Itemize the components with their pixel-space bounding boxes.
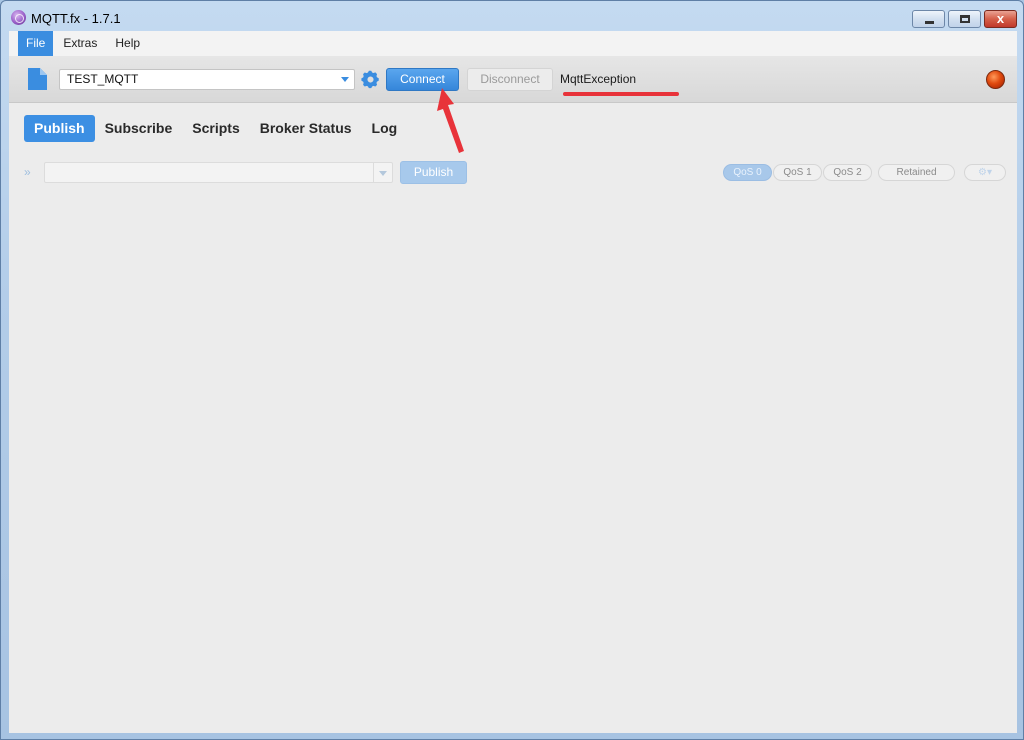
publish-button[interactable]: Publish (400, 161, 467, 184)
connection-toolbar: TEST_MQTT Connect Disconnect MqttExcepti… (9, 56, 1017, 103)
qos-2-toggle[interactable]: QoS 2 (823, 164, 872, 181)
window-controls: x (912, 10, 1017, 28)
close-button[interactable]: x (984, 10, 1017, 28)
gear-icon[interactable] (360, 69, 381, 90)
disconnect-button[interactable]: Disconnect (467, 68, 553, 91)
window-title: MQTT.fx - 1.7.1 (31, 11, 121, 26)
chevron-down-icon (379, 171, 387, 176)
maximize-icon (960, 15, 970, 23)
chevron-down-icon (341, 77, 349, 82)
tab-scripts[interactable]: Scripts (182, 115, 249, 142)
qos-0-toggle[interactable]: QoS 0 (723, 164, 772, 181)
retained-toggle[interactable]: Retained (878, 164, 955, 181)
annotation-underline (563, 92, 679, 96)
menu-file[interactable]: File (18, 31, 54, 56)
menu-extras[interactable]: Extras (55, 31, 105, 56)
double-chevron-right-icon[interactable]: » (24, 165, 31, 179)
topic-dropdown-button[interactable] (373, 163, 392, 182)
publish-row: » Publish QoS 0 QoS 1 QoS 2 Retained ⚙▾ (9, 161, 1017, 185)
title-bar[interactable]: MQTT.fx - 1.7.1 x (1, 1, 1023, 31)
connection-status-text: MqttException (560, 72, 637, 86)
mqttfx-app-icon (11, 10, 26, 25)
close-icon: x (996, 11, 1005, 26)
tab-publish[interactable]: Publish (24, 115, 95, 142)
qos-selector: QoS 0 QoS 1 QoS 2 (723, 164, 872, 181)
main-tabs: Publish Subscribe Scripts Broker Status … (24, 115, 407, 142)
tab-log[interactable]: Log (362, 115, 408, 142)
file-icon[interactable] (27, 68, 47, 90)
menu-help[interactable]: Help (107, 31, 148, 56)
menu-bar: File Extras Help (9, 31, 1017, 56)
app-window: MQTT.fx - 1.7.1 x File Extras Help TEST_… (0, 0, 1024, 740)
connect-button[interactable]: Connect (386, 68, 459, 91)
connection-status-led (986, 70, 1005, 89)
connection-profile-select[interactable]: TEST_MQTT (59, 69, 355, 90)
minimize-button[interactable] (912, 10, 945, 28)
tab-subscribe[interactable]: Subscribe (95, 115, 183, 142)
publish-options-dropdown[interactable]: ⚙▾ (964, 164, 1006, 181)
publish-topic-input[interactable] (44, 162, 393, 183)
qos-1-toggle[interactable]: QoS 1 (773, 164, 822, 181)
gear-icon: ⚙ (978, 167, 987, 178)
tab-broker-status[interactable]: Broker Status (250, 115, 362, 142)
maximize-button[interactable] (948, 10, 981, 28)
connection-profile-value: TEST_MQTT (67, 72, 139, 86)
client-area: File Extras Help TEST_MQTT Connect Disco… (9, 31, 1017, 733)
minimize-icon (925, 21, 934, 24)
